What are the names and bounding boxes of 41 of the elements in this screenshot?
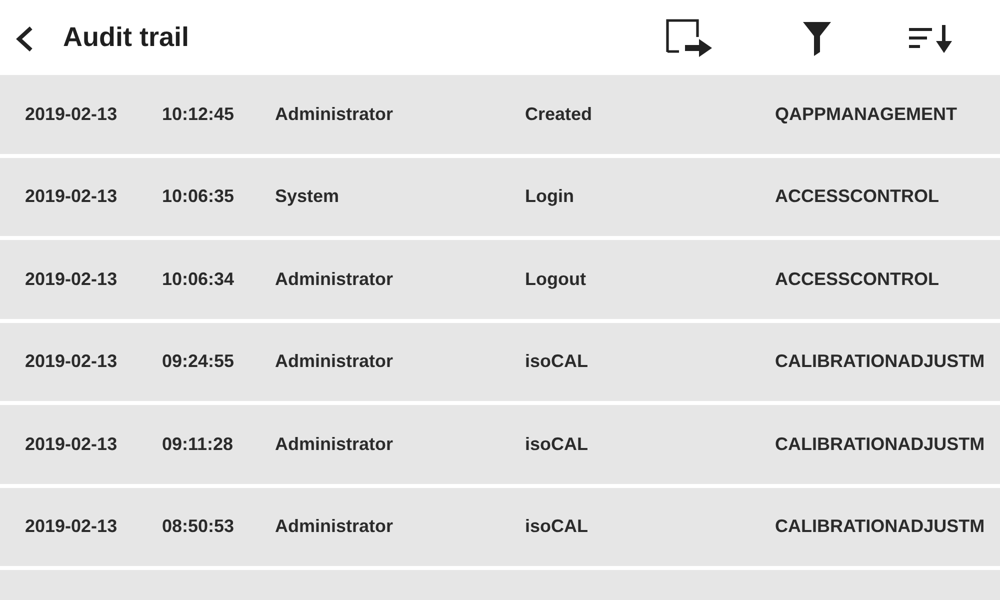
time-cell: 10:06:34 (162, 268, 234, 290)
user-cell: Administrator (275, 516, 394, 538)
user-cell: Administrator (275, 434, 394, 455)
module-cell: CALIBRATIONADJUSTM (775, 351, 985, 372)
action-cell: Created (525, 104, 592, 125)
module-cell: QAPPMANAGEMENT (775, 104, 958, 125)
date-cell: 2019-02-13 (25, 268, 118, 290)
time-cell: 09:24:55 (162, 351, 234, 372)
action-cell: isoCAL (525, 516, 588, 538)
action-cell: isoCAL (525, 434, 588, 455)
date-cell: 2019-02-13 (25, 104, 118, 125)
action-cell: isoCAL (525, 351, 588, 372)
date-cell: 2019-02-13 (25, 186, 118, 208)
sort-icon[interactable] (909, 24, 953, 52)
log-row[interactable]: 2019-02-13 10:06:34 Administrator Logout ACCESSCONTROL (0, 240, 1000, 318)
log-row[interactable]: 2019-02-13 09:11:28 Administrator isoCAL CALIBRATIONADJUSTM (0, 405, 1000, 484)
action-cell: Logout (525, 268, 586, 290)
module-cell: CALIBRATIONADJUSTM (775, 434, 985, 455)
export-icon[interactable] (666, 18, 712, 58)
back-icon[interactable] (15, 26, 35, 52)
time-cell: 10:12:45 (162, 104, 234, 125)
date-cell: 2019-02-13 (25, 351, 118, 372)
log-row[interactable]: 2019-02-13 08:50:53 Administrator isoCAL CALIBRATIONADJUSTM (0, 488, 1000, 566)
user-cell: System (275, 186, 340, 208)
module-cell: ACCESSCONTROL (775, 268, 940, 290)
action-cell: Login (525, 186, 574, 208)
page-title: Audit trail (63, 22, 189, 53)
user-cell: Administrator (275, 268, 394, 290)
user-cell: Administrator (275, 351, 394, 372)
date-cell: 2019-02-13 (25, 516, 118, 538)
module-cell: ACCESSCONTROL (775, 186, 940, 208)
log-row[interactable]: 2019-02-13 09:24:55 Administrator isoCAL CALIBRATIONADJUSTM (0, 322, 1000, 401)
module-cell: CALIBRATIONADJUSTM (775, 516, 985, 538)
time-cell: 08:50:53 (162, 516, 234, 538)
user-cell: Administrator (275, 104, 394, 125)
log-row[interactable]: 2019-02-13 10:06:35 System Login ACCESSCONTROL (0, 158, 1000, 236)
time-cell: 10:06:35 (162, 186, 234, 208)
log-row[interactable]: 2019-02-13 10:12:45 Administrator Created QAPPMANAGEMENT (0, 75, 1000, 154)
filter-icon[interactable] (803, 22, 831, 56)
time-cell: 09:11:28 (162, 434, 234, 455)
date-cell: 2019-02-13 (25, 434, 118, 455)
